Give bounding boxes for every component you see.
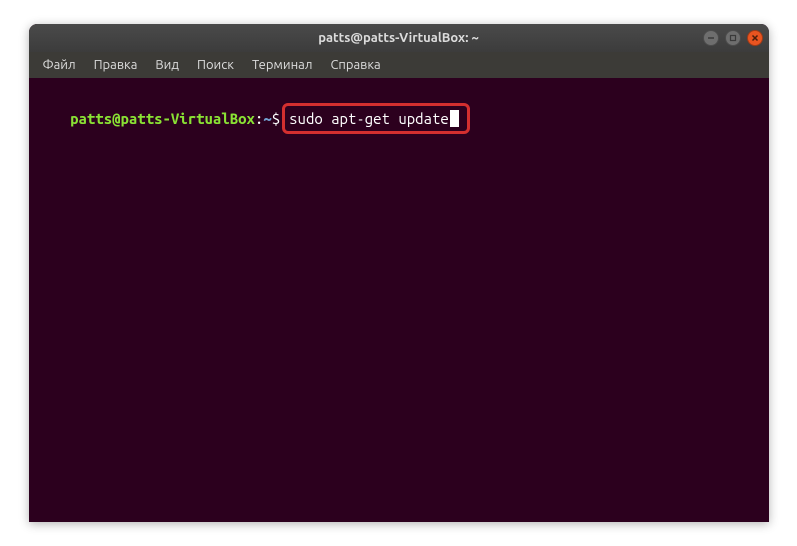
window-controls — [703, 30, 763, 46]
prompt-user: patts@patts-VirtualBox — [70, 108, 255, 129]
command-input[interactable]: sudo apt-get update — [289, 110, 449, 127]
maximize-button[interactable] — [725, 30, 741, 46]
terminal-window: patts@patts-VirtualBox: ~ Файл Правка Ви… — [29, 24, 769, 522]
close-icon — [751, 34, 759, 42]
menu-file[interactable]: Файл — [35, 55, 84, 75]
maximize-icon — [729, 34, 737, 42]
minimize-icon — [707, 34, 715, 42]
menu-terminal[interactable]: Терминал — [244, 55, 320, 75]
terminal-content[interactable]: patts@patts-VirtualBox:~$ sudo apt-get u… — [29, 78, 769, 522]
menu-help[interactable]: Справка — [322, 55, 388, 75]
titlebar[interactable]: patts@patts-VirtualBox: ~ — [29, 24, 769, 52]
window-title: patts@patts-VirtualBox: ~ — [318, 31, 479, 45]
menubar: Файл Правка Вид Поиск Терминал Справка — [29, 52, 769, 78]
close-button[interactable] — [747, 30, 763, 46]
minimize-button[interactable] — [703, 30, 719, 46]
prompt-colon: : — [255, 108, 263, 129]
prompt-line: patts@patts-VirtualBox:~$ sudo apt-get u… — [70, 103, 470, 134]
prompt-dollar: $ — [272, 108, 280, 129]
menu-edit[interactable]: Правка — [86, 55, 146, 75]
menu-view[interactable]: Вид — [147, 55, 187, 75]
menu-search[interactable]: Поиск — [189, 55, 242, 75]
prompt-path: ~ — [263, 108, 271, 129]
cursor-icon — [450, 110, 459, 127]
command-highlight: sudo apt-get update — [282, 103, 470, 134]
